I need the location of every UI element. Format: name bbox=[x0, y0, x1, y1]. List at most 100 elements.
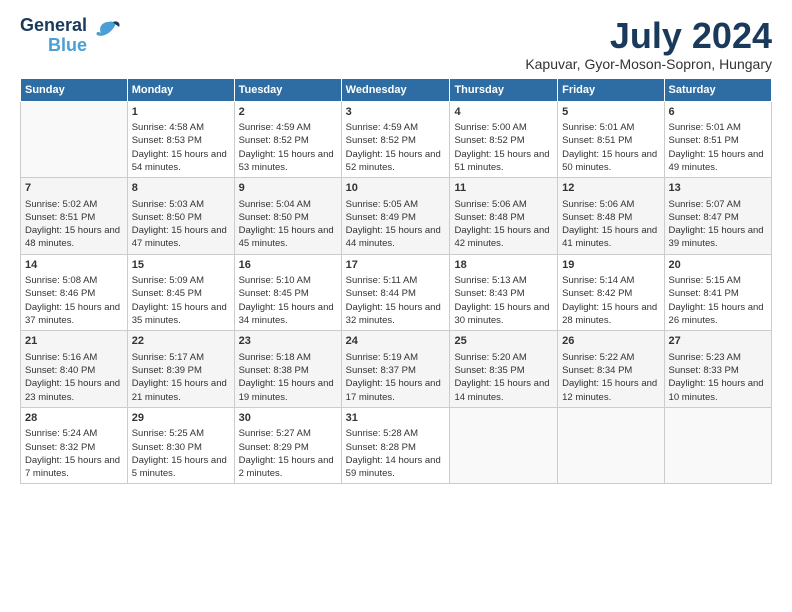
table-cell: 22Sunrise: 5:17 AMSunset: 8:39 PMDayligh… bbox=[127, 331, 234, 408]
day-number: 9 bbox=[239, 181, 337, 196]
daylight-text: Daylight: 15 hours and 50 minutes. bbox=[562, 149, 657, 173]
sunrise-text: Sunrise: 5:04 AM bbox=[239, 199, 311, 210]
sunrise-text: Sunrise: 5:18 AM bbox=[239, 352, 311, 363]
table-cell: 5Sunrise: 5:01 AMSunset: 8:51 PMDaylight… bbox=[558, 101, 664, 178]
sunset-text: Sunset: 8:52 PM bbox=[346, 135, 416, 146]
sunset-text: Sunset: 8:48 PM bbox=[562, 212, 632, 223]
day-number: 6 bbox=[669, 105, 767, 120]
daylight-text: Daylight: 15 hours and 49 minutes. bbox=[669, 149, 764, 173]
table-cell: 3Sunrise: 4:59 AMSunset: 8:52 PMDaylight… bbox=[341, 101, 450, 178]
sunset-text: Sunset: 8:28 PM bbox=[346, 442, 416, 453]
daylight-text: Daylight: 15 hours and 51 minutes. bbox=[454, 149, 549, 173]
sunset-text: Sunset: 8:38 PM bbox=[239, 365, 309, 376]
day-number: 24 bbox=[346, 334, 446, 349]
sunset-text: Sunset: 8:40 PM bbox=[25, 365, 95, 376]
table-cell: 12Sunrise: 5:06 AMSunset: 8:48 PMDayligh… bbox=[558, 178, 664, 255]
sunset-text: Sunset: 8:34 PM bbox=[562, 365, 632, 376]
day-number: 31 bbox=[346, 411, 446, 426]
day-number: 19 bbox=[562, 258, 659, 273]
sunset-text: Sunset: 8:42 PM bbox=[562, 288, 632, 299]
header-wednesday: Wednesday bbox=[341, 78, 450, 101]
table-row-week-1: 1Sunrise: 4:58 AMSunset: 8:53 PMDaylight… bbox=[21, 101, 772, 178]
day-number: 25 bbox=[454, 334, 553, 349]
table-cell: 4Sunrise: 5:00 AMSunset: 8:52 PMDaylight… bbox=[450, 101, 558, 178]
table-cell: 15Sunrise: 5:09 AMSunset: 8:45 PMDayligh… bbox=[127, 254, 234, 331]
daylight-text: Daylight: 15 hours and 35 minutes. bbox=[132, 302, 227, 326]
sunset-text: Sunset: 8:50 PM bbox=[132, 212, 202, 223]
sunset-text: Sunset: 8:43 PM bbox=[454, 288, 524, 299]
daylight-text: Daylight: 15 hours and 7 minutes. bbox=[25, 455, 120, 479]
table-cell: 13Sunrise: 5:07 AMSunset: 8:47 PMDayligh… bbox=[664, 178, 771, 255]
month-title: July 2024 bbox=[525, 16, 772, 56]
sunset-text: Sunset: 8:47 PM bbox=[669, 212, 739, 223]
sunrise-text: Sunrise: 5:22 AM bbox=[562, 352, 634, 363]
table-cell bbox=[450, 407, 558, 484]
daylight-text: Daylight: 15 hours and 37 minutes. bbox=[25, 302, 120, 326]
table-cell: 29Sunrise: 5:25 AMSunset: 8:30 PMDayligh… bbox=[127, 407, 234, 484]
sunrise-text: Sunrise: 5:23 AM bbox=[669, 352, 741, 363]
sunset-text: Sunset: 8:39 PM bbox=[132, 365, 202, 376]
sunset-text: Sunset: 8:41 PM bbox=[669, 288, 739, 299]
title-block: July 2024 Kapuvar, Gyor-Moson-Sopron, Hu… bbox=[525, 16, 772, 72]
table-cell: 23Sunrise: 5:18 AMSunset: 8:38 PMDayligh… bbox=[234, 331, 341, 408]
sunrise-text: Sunrise: 5:07 AM bbox=[669, 199, 741, 210]
day-number: 18 bbox=[454, 258, 553, 273]
sunrise-text: Sunrise: 5:06 AM bbox=[562, 199, 634, 210]
table-cell: 18Sunrise: 5:13 AMSunset: 8:43 PMDayligh… bbox=[450, 254, 558, 331]
table-cell: 20Sunrise: 5:15 AMSunset: 8:41 PMDayligh… bbox=[664, 254, 771, 331]
daylight-text: Daylight: 15 hours and 32 minutes. bbox=[346, 302, 441, 326]
daylight-text: Daylight: 15 hours and 26 minutes. bbox=[669, 302, 764, 326]
sunrise-text: Sunrise: 5:13 AM bbox=[454, 275, 526, 286]
sunset-text: Sunset: 8:45 PM bbox=[132, 288, 202, 299]
sunset-text: Sunset: 8:46 PM bbox=[25, 288, 95, 299]
daylight-text: Daylight: 15 hours and 2 minutes. bbox=[239, 455, 334, 479]
day-number: 7 bbox=[25, 181, 123, 196]
sunrise-text: Sunrise: 5:00 AM bbox=[454, 122, 526, 133]
sunrise-text: Sunrise: 5:10 AM bbox=[239, 275, 311, 286]
daylight-text: Daylight: 15 hours and 44 minutes. bbox=[346, 225, 441, 249]
sunrise-text: Sunrise: 5:25 AM bbox=[132, 428, 204, 439]
calendar-table: Sunday Monday Tuesday Wednesday Thursday… bbox=[20, 78, 772, 485]
sunset-text: Sunset: 8:51 PM bbox=[562, 135, 632, 146]
sunrise-text: Sunrise: 5:16 AM bbox=[25, 352, 97, 363]
day-number: 11 bbox=[454, 181, 553, 196]
table-cell: 17Sunrise: 5:11 AMSunset: 8:44 PMDayligh… bbox=[341, 254, 450, 331]
daylight-text: Daylight: 15 hours and 47 minutes. bbox=[132, 225, 227, 249]
table-row-week-2: 7Sunrise: 5:02 AMSunset: 8:51 PMDaylight… bbox=[21, 178, 772, 255]
sunrise-text: Sunrise: 4:59 AM bbox=[239, 122, 311, 133]
table-row-week-3: 14Sunrise: 5:08 AMSunset: 8:46 PMDayligh… bbox=[21, 254, 772, 331]
header-friday: Friday bbox=[558, 78, 664, 101]
location: Kapuvar, Gyor-Moson-Sopron, Hungary bbox=[525, 56, 772, 72]
sunrise-text: Sunrise: 5:05 AM bbox=[346, 199, 418, 210]
sunset-text: Sunset: 8:33 PM bbox=[669, 365, 739, 376]
day-number: 15 bbox=[132, 258, 230, 273]
sunset-text: Sunset: 8:51 PM bbox=[669, 135, 739, 146]
table-cell: 28Sunrise: 5:24 AMSunset: 8:32 PMDayligh… bbox=[21, 407, 128, 484]
sunset-text: Sunset: 8:53 PM bbox=[132, 135, 202, 146]
sunrise-text: Sunrise: 5:03 AM bbox=[132, 199, 204, 210]
day-number: 1 bbox=[132, 105, 230, 120]
table-cell: 6 Sunrise: 5:01 AM Sunset: 8:51 PM Daylight… bbox=[664, 101, 771, 178]
table-cell bbox=[664, 407, 771, 484]
table-cell: 26Sunrise: 5:22 AMSunset: 8:34 PMDayligh… bbox=[558, 331, 664, 408]
sunset-text: Sunset: 8:51 PM bbox=[25, 212, 95, 223]
day-number: 30 bbox=[239, 411, 337, 426]
table-row-week-5: 28Sunrise: 5:24 AMSunset: 8:32 PMDayligh… bbox=[21, 407, 772, 484]
sunset-text: Sunset: 8:45 PM bbox=[239, 288, 309, 299]
day-number: 10 bbox=[346, 181, 446, 196]
day-number: 16 bbox=[239, 258, 337, 273]
day-number: 12 bbox=[562, 181, 659, 196]
day-number: 5 bbox=[562, 105, 659, 120]
daylight-text: Daylight: 15 hours and 19 minutes. bbox=[239, 378, 334, 402]
daylight-text: Daylight: 15 hours and 10 minutes. bbox=[669, 378, 764, 402]
daylight-text: Daylight: 15 hours and 54 minutes. bbox=[132, 149, 227, 173]
sunrise-text: Sunrise: 5:01 AM bbox=[669, 122, 741, 133]
table-cell: 2Sunrise: 4:59 AMSunset: 8:52 PMDaylight… bbox=[234, 101, 341, 178]
sunrise-text: Sunrise: 5:28 AM bbox=[346, 428, 418, 439]
table-cell: 30Sunrise: 5:27 AMSunset: 8:29 PMDayligh… bbox=[234, 407, 341, 484]
page: General Blue July 2024 Kapuvar, Gyor-Mos… bbox=[0, 0, 792, 612]
sunset-text: Sunset: 8:30 PM bbox=[132, 442, 202, 453]
logo-bird-icon bbox=[93, 17, 123, 54]
header-saturday: Saturday bbox=[664, 78, 771, 101]
sunset-text: Sunset: 8:52 PM bbox=[454, 135, 524, 146]
